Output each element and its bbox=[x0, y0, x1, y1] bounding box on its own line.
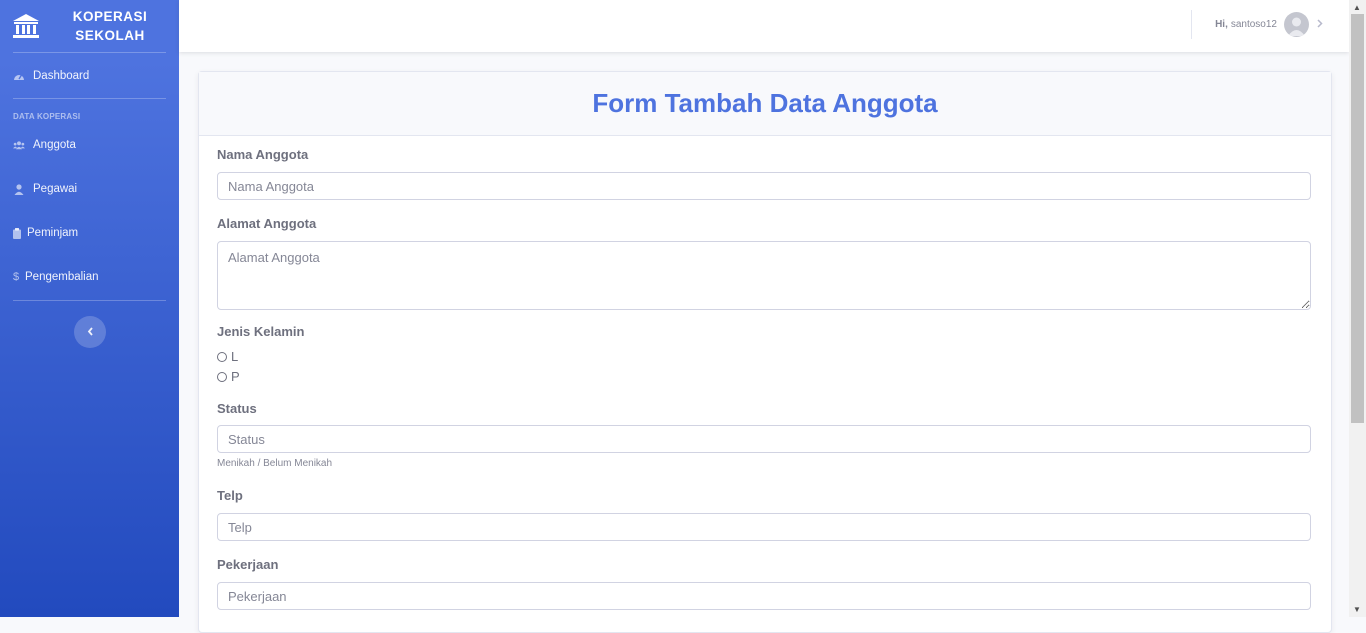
sidebar-divider bbox=[13, 98, 166, 99]
scrollbar-thumb[interactable] bbox=[1351, 14, 1364, 423]
telp-input[interactable] bbox=[217, 513, 1311, 541]
username: santoso12 bbox=[1230, 19, 1277, 30]
sidebar-item-label: Anggota bbox=[33, 139, 76, 151]
sidebar-divider bbox=[13, 300, 166, 301]
brand-line-2: SEKOLAH bbox=[75, 28, 145, 43]
nama-anggota-input[interactable] bbox=[217, 172, 1311, 200]
jenis-kelamin-label: Jenis Kelamin bbox=[217, 324, 305, 339]
avatar bbox=[1284, 12, 1309, 37]
tachometer-icon bbox=[13, 70, 25, 82]
page-title: Form Tambah Data Anggota bbox=[592, 88, 938, 118]
status-help-text: Menikah / Belum Menikah bbox=[217, 458, 333, 469]
dollar-icon: $ bbox=[12, 271, 20, 283]
clipboard-icon bbox=[13, 227, 21, 239]
sidebar-item-dashboard[interactable]: Dashboard bbox=[0, 53, 179, 98]
user-icon bbox=[13, 183, 25, 195]
page-scrollbar[interactable]: ▲ ▼ bbox=[1349, 0, 1366, 617]
sidebar: KOPERASI SEKOLAH Dashboard DATA KOPERASI… bbox=[0, 0, 179, 617]
brand-text: KOPERASI SEKOLAH bbox=[60, 7, 160, 45]
sidebar-item-label: Peminjam bbox=[27, 227, 79, 239]
radio-label: L bbox=[231, 349, 239, 364]
sidebar-item-label: Pegawai bbox=[33, 183, 78, 195]
scroll-down-arrow-icon[interactable]: ▼ bbox=[1353, 605, 1361, 614]
topbar-divider bbox=[1191, 10, 1192, 39]
sidebar-item-anggota[interactable]: Anggota bbox=[0, 123, 179, 167]
radio-l[interactable]: L bbox=[217, 349, 238, 364]
topbar: Hi, santoso12 bbox=[179, 0, 1349, 52]
radio-circle[interactable] bbox=[217, 351, 227, 362]
alamat-anggota-textarea[interactable] bbox=[217, 241, 1311, 310]
sidebar-heading: DATA KOPERASI bbox=[13, 112, 81, 121]
sidebar-item-peminjam[interactable]: Peminjam bbox=[0, 211, 179, 255]
alamat-anggota-label: Alamat Anggota bbox=[217, 216, 317, 231]
radio-p[interactable]: P bbox=[217, 369, 240, 384]
sidebar-toggle-button[interactable] bbox=[74, 316, 106, 348]
greeting: Hi, bbox=[1215, 19, 1228, 30]
bank-icon bbox=[12, 13, 40, 39]
sidebar-item-pegawai[interactable]: Pegawai bbox=[0, 167, 179, 211]
status-label: Status bbox=[217, 401, 257, 416]
brand-line-1: KOPERASI bbox=[72, 9, 148, 24]
sidebar-item-label: Dashboard bbox=[33, 69, 90, 82]
nama-anggota-label: Nama Anggota bbox=[217, 147, 309, 162]
brand[interactable]: KOPERASI SEKOLAH bbox=[0, 0, 179, 52]
radio-circle[interactable] bbox=[217, 371, 227, 382]
sidebar-item-pengembalian[interactable]: $ Pengembalian bbox=[0, 255, 179, 299]
radio-label: P bbox=[231, 369, 240, 384]
telp-label: Telp bbox=[217, 488, 243, 503]
card-header: Form Tambah Data Anggota bbox=[199, 72, 1331, 136]
chevron-left-icon bbox=[87, 323, 94, 341]
sidebar-item-label: Pengembalian bbox=[25, 271, 99, 283]
chevron-right-icon bbox=[1317, 18, 1323, 31]
pekerjaan-input[interactable] bbox=[217, 582, 1311, 610]
users-icon bbox=[13, 139, 25, 151]
pekerjaan-label: Pekerjaan bbox=[217, 557, 279, 572]
form-card: Form Tambah Data Anggota Nama Anggota Al… bbox=[198, 71, 1332, 633]
user-menu[interactable]: Hi, santoso12 bbox=[1215, 12, 1323, 37]
status-input[interactable] bbox=[217, 425, 1311, 453]
scroll-up-arrow-icon[interactable]: ▲ bbox=[1353, 3, 1361, 12]
